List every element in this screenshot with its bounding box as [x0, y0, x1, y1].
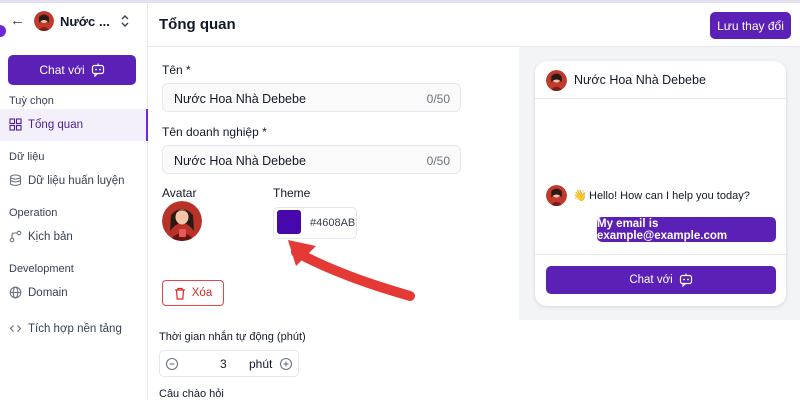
user-message-bubble: My email is example@example.com: [597, 217, 776, 242]
dashboard-icon: [9, 118, 22, 131]
section-title-development: Development: [9, 263, 74, 275]
section-title-data: Dữ liệu: [9, 151, 45, 163]
waving-hand-icon: 👋: [573, 190, 587, 202]
business-name-label: Tên doanh nghiệp *: [162, 125, 267, 139]
name-input-value: Nước Hoa Nhà Debebe: [174, 92, 306, 106]
delete-avatar-button[interactable]: Xóa: [162, 280, 224, 306]
business-name-char-counter: 0/50: [426, 154, 450, 168]
sidebar-item-overview[interactable]: Tổng quan: [0, 109, 148, 141]
main-header: Tổng quan Lưu thay đổi: [148, 3, 800, 47]
avatar-label: Avatar: [162, 186, 197, 200]
sidebar-item-scenario[interactable]: Kịch bản: [0, 221, 148, 253]
flow-icon: [9, 230, 22, 243]
save-changes-button[interactable]: Lưu thay đổi: [710, 12, 791, 39]
theme-color-swatch[interactable]: [277, 210, 301, 234]
sidebar-item-label: Dữ liệu huấn luyện: [28, 175, 125, 187]
business-name-input-value: Nước Hoa Nhà Debebe: [174, 154, 306, 168]
name-input[interactable]: Nước Hoa Nhà Debebe 0/50: [162, 83, 461, 112]
delete-button-label: Xóa: [191, 287, 213, 299]
auto-reply-unit: phút: [249, 357, 273, 371]
back-arrow-icon[interactable]: ←: [10, 13, 26, 29]
chat-bot-icon: [91, 63, 104, 77]
sidebar-header: ← Nước ...: [0, 3, 148, 43]
chat-bot-icon: [679, 273, 692, 287]
bot-name: Nước: [60, 14, 96, 29]
sidebar-item-label: Domain: [28, 287, 68, 299]
sidebar-item-label: Tổng quan: [28, 119, 83, 131]
sidebar-item-domain[interactable]: Domain: [0, 277, 148, 309]
minus-circle-icon[interactable]: [165, 357, 179, 371]
auto-reply-label: Thời gian nhắn tự động (phút): [159, 331, 306, 343]
page-title: Tổng quan: [159, 16, 236, 33]
chat-widget-header: Nước Hoa Nhà Debebe: [535, 61, 786, 99]
bot-avatar: [34, 11, 54, 31]
sidebar: ← Nước ... Chat với Tuỳ chọn Tổng quan D…: [0, 3, 148, 400]
theme-hex-value: #4608AB: [310, 217, 356, 229]
chat-widget-preview: Nước Hoa Nhà Debebe 👋 Hello! How can I h…: [535, 61, 786, 306]
auto-reply-value: 3: [220, 357, 227, 371]
section-title-operation: Operation: [9, 207, 58, 219]
chevron-up-down-icon[interactable]: [120, 13, 130, 29]
sidebar-item-label: Tích hợp nền tảng: [28, 323, 122, 335]
globe-icon: [9, 286, 22, 299]
section-title-options: Tuỳ chọn: [9, 95, 54, 107]
trash-icon: [174, 287, 185, 300]
chat-widget-bot-name: Nước Hoa Nhà Debebe: [574, 73, 706, 87]
auto-reply-stepper[interactable]: 3 phút: [159, 350, 299, 377]
name-label: Tên *: [162, 63, 191, 77]
annotation-arrow: [288, 240, 415, 301]
theme-label: Theme: [273, 186, 311, 200]
sidebar-item-label: Kịch bản: [28, 231, 73, 243]
bot-greeting-message: Hello! How can I help you today?: [589, 190, 750, 202]
avatar-image[interactable]: [162, 201, 202, 241]
sidebar-item-platform-integration[interactable]: Tích hợp nền tảng: [0, 313, 148, 345]
chat-with-bot-button[interactable]: Chat với: [8, 55, 136, 85]
chat-widget-divider: [535, 254, 786, 255]
sidebar-item-training-data[interactable]: Dữ liệu huấn luyện: [0, 165, 148, 197]
plus-circle-icon[interactable]: [279, 357, 293, 371]
bot-message-avatar: [546, 185, 567, 206]
chat-button-label: Chat với: [39, 63, 85, 77]
business-name-input[interactable]: Nước Hoa Nhà Debebe 0/50: [162, 145, 461, 174]
database-icon: [9, 174, 22, 187]
greeting-label: Câu chào hỏi: [159, 388, 224, 400]
chat-bot-avatar: [546, 70, 567, 91]
code-icon: [9, 325, 22, 332]
name-char-counter: 0/50: [426, 92, 450, 106]
chat-widget-chat-button[interactable]: Chat với: [546, 266, 776, 294]
chat-widget-button-label: Chat với: [629, 274, 673, 286]
bot-name-ellipsis: ...: [99, 14, 110, 29]
